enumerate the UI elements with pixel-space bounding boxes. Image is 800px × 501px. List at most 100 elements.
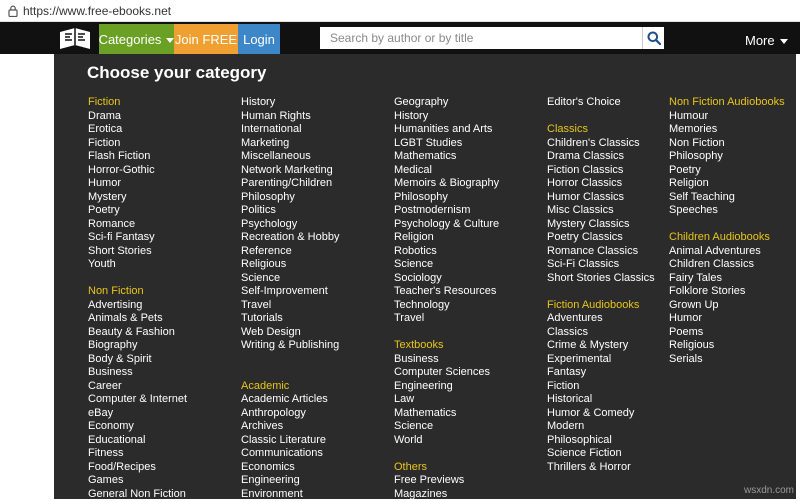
category-link[interactable]: Business <box>88 366 187 380</box>
category-link[interactable]: Anthropology <box>241 407 339 421</box>
category-link[interactable]: Humor <box>88 177 187 191</box>
category-heading-link[interactable]: Fiction <box>88 96 187 110</box>
category-link[interactable]: Tutorials <box>241 312 339 326</box>
category-link[interactable]: History <box>394 110 499 124</box>
category-link[interactable]: Network Marketing <box>241 164 339 178</box>
category-link[interactable]: Fairy Tales <box>669 272 785 286</box>
category-link[interactable]: Economy <box>88 420 187 434</box>
category-link[interactable]: Short Stories <box>88 245 187 259</box>
browser-address-bar[interactable]: https://www.free-ebooks.net <box>0 0 800 22</box>
category-link[interactable]: Fiction <box>88 137 187 151</box>
category-link[interactable]: Communications <box>241 447 339 461</box>
category-link[interactable]: Adventures <box>547 312 655 326</box>
category-link[interactable]: Engineering <box>241 474 339 488</box>
category-link[interactable]: Philosophical <box>547 434 655 448</box>
category-link[interactable]: Philosophy <box>241 191 339 205</box>
categories-button[interactable]: Categories <box>99 24 174 54</box>
category-heading-link[interactable]: Non Fiction Audiobooks <box>669 96 785 110</box>
category-link[interactable]: Geography <box>394 96 499 110</box>
category-link[interactable]: Economics <box>241 461 339 475</box>
category-link[interactable]: Classic Literature <box>241 434 339 448</box>
category-link[interactable]: Marketing <box>241 137 339 151</box>
category-link[interactable]: Thrillers & Horror <box>547 461 655 475</box>
category-link[interactable]: Food/Recipes <box>88 461 187 475</box>
category-link[interactable]: Travel <box>241 299 339 313</box>
category-link[interactable]: Science Fiction <box>547 447 655 461</box>
category-link[interactable]: Recreation & Hobby <box>241 231 339 245</box>
category-link[interactable]: Teacher's Resources <box>394 285 499 299</box>
category-link[interactable]: Editor's Choice <box>547 96 655 110</box>
category-heading-link[interactable]: Non Fiction <box>88 285 187 299</box>
category-link[interactable]: Humor & Comedy <box>547 407 655 421</box>
category-link[interactable]: Psychology & Culture <box>394 218 499 232</box>
category-link[interactable]: Human Rights <box>241 110 339 124</box>
login-button[interactable]: Login <box>238 24 280 54</box>
category-link[interactable]: Politics <box>241 204 339 218</box>
category-link[interactable]: Folklore Stories <box>669 285 785 299</box>
category-link[interactable]: Sociology <box>394 272 499 286</box>
category-link[interactable]: Fantasy <box>547 366 655 380</box>
category-link[interactable]: Travel <box>394 312 499 326</box>
category-link[interactable]: Historical <box>547 393 655 407</box>
category-link[interactable]: Erotica <box>88 123 187 137</box>
category-link[interactable]: Religion <box>669 177 785 191</box>
category-link[interactable]: Youth <box>88 258 187 272</box>
category-link[interactable]: Educational <box>88 434 187 448</box>
category-link[interactable]: Law <box>394 393 499 407</box>
category-link[interactable]: Business <box>394 353 499 367</box>
category-link[interactable]: Romance Classics <box>547 245 655 259</box>
category-link[interactable]: Miscellaneous <box>241 150 339 164</box>
category-link[interactable]: Humor <box>669 312 785 326</box>
category-link[interactable]: Mathematics <box>394 407 499 421</box>
category-link[interactable]: Biography <box>88 339 187 353</box>
category-heading-link[interactable]: Others <box>394 461 499 475</box>
category-link[interactable]: Fiction <box>547 380 655 394</box>
category-link[interactable]: Medical <box>394 164 499 178</box>
category-link[interactable]: Free Previews <box>394 474 499 488</box>
category-link[interactable]: Speeches <box>669 204 785 218</box>
category-link[interactable]: Religious <box>669 339 785 353</box>
category-link[interactable]: Animal Adventures <box>669 245 785 259</box>
category-link[interactable]: Poems <box>669 326 785 340</box>
category-link[interactable]: Self Teaching <box>669 191 785 205</box>
category-link[interactable]: Animals & Pets <box>88 312 187 326</box>
category-link[interactable]: Philosophy <box>669 150 785 164</box>
category-link[interactable]: Writing & Publishing <box>241 339 339 353</box>
category-heading-link[interactable]: Textbooks <box>394 339 499 353</box>
category-link[interactable]: Short Stories Classics <box>547 272 655 286</box>
category-link[interactable]: Religion <box>394 231 499 245</box>
category-link[interactable]: Poetry Classics <box>547 231 655 245</box>
category-link[interactable]: Postmodernism <box>394 204 499 218</box>
category-link[interactable]: Non Fiction <box>669 137 785 151</box>
site-logo-icon[interactable] <box>58 25 92 52</box>
category-link[interactable]: Body & Spirit <box>88 353 187 367</box>
category-link[interactable]: Memoirs & Biography <box>394 177 499 191</box>
category-link[interactable]: Computer Sciences <box>394 366 499 380</box>
search-input[interactable] <box>320 27 642 49</box>
category-link[interactable]: Children's Classics <box>547 137 655 151</box>
category-link[interactable]: Sci-Fi Classics <box>547 258 655 272</box>
category-link[interactable]: Science <box>394 258 499 272</box>
category-link[interactable]: Romance <box>88 218 187 232</box>
category-link[interactable]: Humor Classics <box>547 191 655 205</box>
category-link[interactable]: LGBT Studies <box>394 137 499 151</box>
category-link[interactable]: Engineering <box>394 380 499 394</box>
category-link[interactable]: Science <box>241 272 339 286</box>
category-link[interactable]: Philosophy <box>394 191 499 205</box>
category-link[interactable]: Advertising <box>88 299 187 313</box>
category-link[interactable]: Beauty & Fashion <box>88 326 187 340</box>
category-link[interactable]: Mystery Classics <box>547 218 655 232</box>
category-link[interactable]: Archives <box>241 420 339 434</box>
category-link[interactable]: Self-Improvement <box>241 285 339 299</box>
category-link[interactable]: Academic Articles <box>241 393 339 407</box>
category-link[interactable]: Humanities and Arts <box>394 123 499 137</box>
category-link[interactable]: Religious <box>241 258 339 272</box>
more-menu-button[interactable]: More <box>745 33 788 48</box>
category-link[interactable]: Horror-Gothic <box>88 164 187 178</box>
join-free-button[interactable]: Join FREE <box>174 24 238 54</box>
category-link[interactable]: History <box>241 96 339 110</box>
category-link[interactable]: Grown Up <box>669 299 785 313</box>
category-heading-link[interactable]: Fiction Audiobooks <box>547 299 655 313</box>
category-link[interactable]: Psychology <box>241 218 339 232</box>
category-link[interactable]: Fiction Classics <box>547 164 655 178</box>
